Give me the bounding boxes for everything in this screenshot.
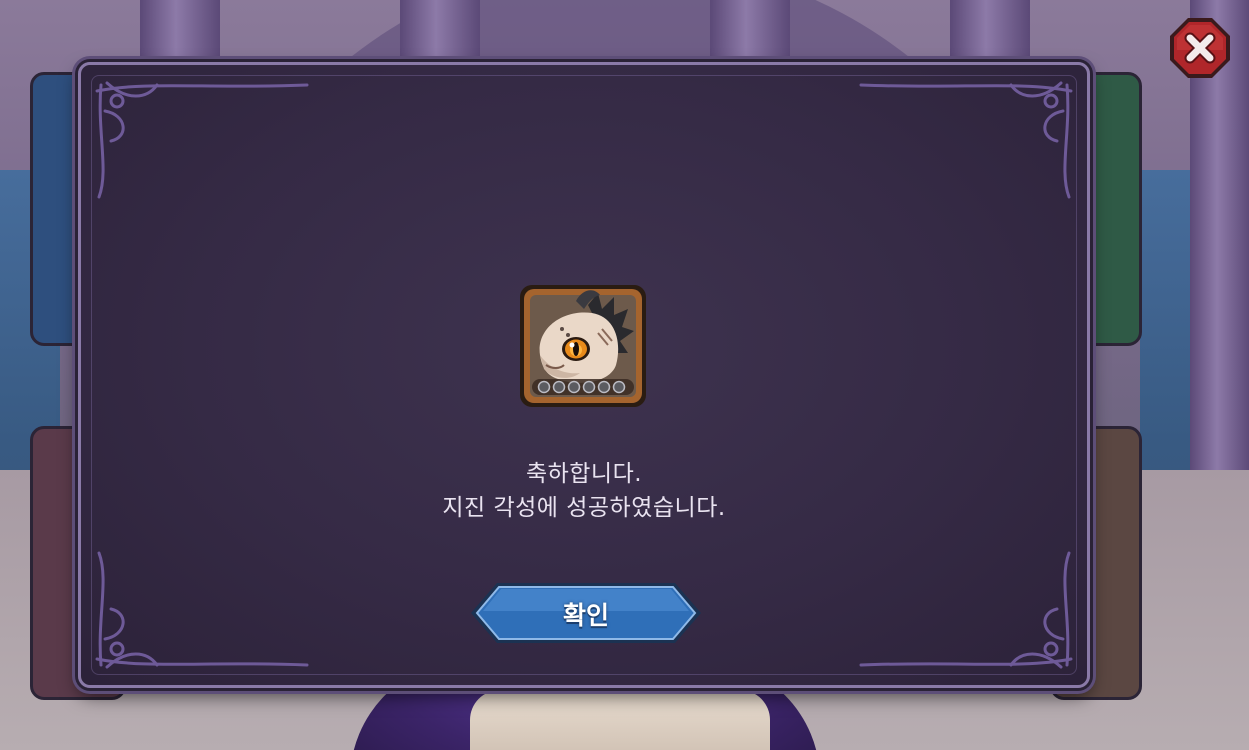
message-line-2: 지진 각성에 성공하였습니다.: [442, 495, 726, 521]
confirm-button-label: 확인: [562, 601, 609, 630]
dragon-hatchling-portrait-icon: [520, 285, 646, 407]
close-x-icon: [1170, 18, 1230, 78]
corner-ornament-icon: [95, 551, 309, 669]
result-message: 축하합니다. 지진 각성에 성공하였습니다.: [81, 457, 1087, 525]
corner-ornament-icon: [95, 81, 309, 199]
confirm-button[interactable]: 확인: [469, 581, 703, 645]
message-line-1: 축하합니다.: [525, 461, 643, 487]
corner-ornament-icon: [859, 551, 1073, 669]
character-clothing: [470, 690, 770, 750]
reward-character-card: [518, 283, 648, 409]
awakening-result-dialog: 축하합니다. 지진 각성에 성공하였습니다. 확인: [78, 62, 1090, 688]
corner-ornament-icon: [859, 81, 1073, 199]
close-button[interactable]: [1168, 16, 1232, 80]
